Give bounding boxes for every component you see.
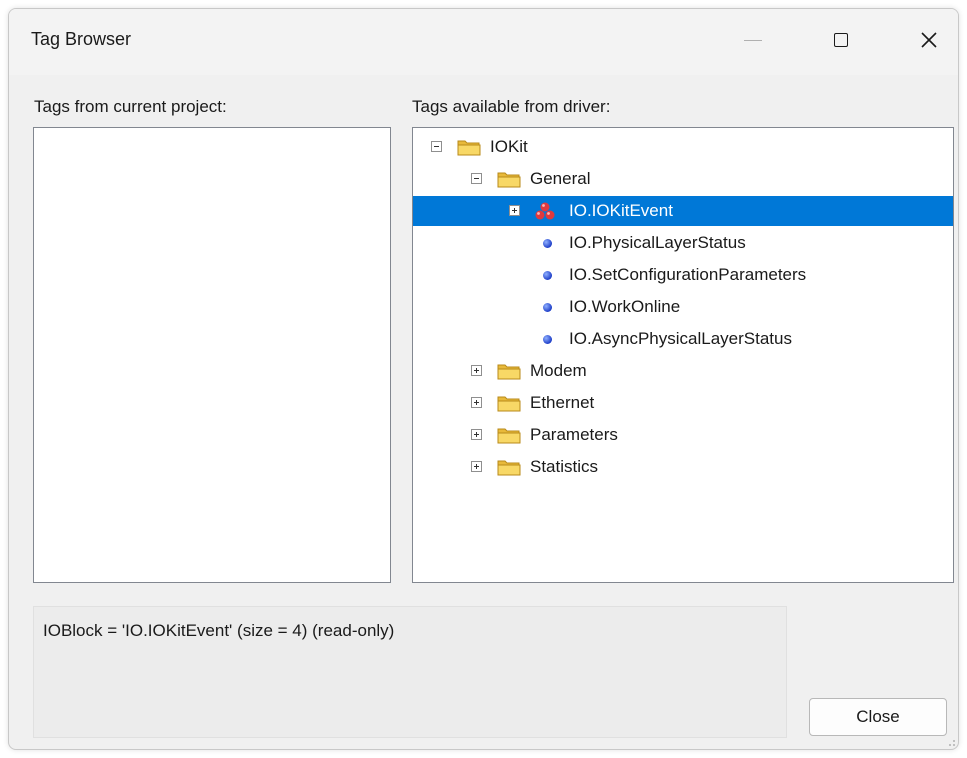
tree-node-parameters[interactable]: Parameters (413, 420, 953, 450)
minimize-button[interactable] (721, 9, 785, 71)
tree-node-label: IO.PhysicalLayerStatus (569, 233, 746, 252)
tree-node-label: IO.WorkOnline (569, 297, 681, 316)
tree-node-general[interactable]: General (413, 164, 953, 194)
tree-node-label: IO.SetConfigurationParameters (569, 265, 807, 284)
maximize-icon (834, 33, 848, 47)
project-tags-list[interactable] (33, 127, 391, 583)
folder-icon (497, 396, 521, 412)
tree-node-label: Ethernet (530, 393, 595, 412)
tree-node-label: IO.AsyncPhysicalLayerStatus (569, 329, 792, 348)
tree-node-ethernet[interactable]: Ethernet (413, 388, 953, 418)
expand-icon[interactable] (471, 429, 482, 440)
driver-tags-label: Tags available from driver: (412, 97, 611, 116)
collapse-icon[interactable] (431, 141, 442, 152)
ioblock-icon (535, 202, 555, 220)
folder-icon (497, 428, 521, 444)
minimize-icon (744, 39, 762, 41)
tag-icon (543, 303, 552, 312)
tree-node-io-asyncphysicallayerstatus[interactable]: IO.AsyncPhysicalLayerStatus (413, 324, 953, 354)
tree-node-io-workonline[interactable]: IO.WorkOnline (413, 292, 953, 322)
folder-icon (497, 364, 521, 380)
tree-node-statistics[interactable]: Statistics (413, 452, 953, 482)
folder-icon (497, 172, 521, 188)
tree-node-io-setconfigurationparameters[interactable]: IO.SetConfigurationParameters (413, 260, 953, 290)
expand-icon[interactable] (471, 365, 482, 376)
tree-node-label: IO.IOKitEvent (569, 201, 673, 220)
tag-icon (543, 271, 552, 280)
expand-icon[interactable] (471, 397, 482, 408)
close-button[interactable]: Close (809, 698, 947, 736)
resize-grip-icon[interactable] (946, 737, 956, 747)
tree-node-io-physicallayerstatus[interactable]: IO.PhysicalLayerStatus (413, 228, 953, 258)
driver-tags-tree[interactable]: IOKit General IO.IOKitEvent IO.PhysicalL… (412, 127, 954, 583)
tag-icon (543, 335, 552, 344)
tree-node-io-iokitevent[interactable]: IO.IOKitEvent (413, 196, 953, 226)
window-title: Tag Browser (31, 29, 132, 49)
tag-browser-window: Tag Browser Tags from current project: T… (8, 8, 959, 750)
tree-node-modem[interactable]: Modem (413, 356, 953, 386)
project-tags-label: Tags from current project: (34, 97, 227, 116)
tree-node-label: Statistics (530, 457, 599, 476)
maximize-button[interactable] (809, 9, 873, 71)
close-icon (921, 32, 937, 48)
tree-node-label: Parameters (530, 425, 618, 444)
expand-icon[interactable] (471, 461, 482, 472)
status-text: IOBlock = 'IO.IOKitEvent' (size = 4) (re… (43, 621, 395, 640)
folder-icon (457, 140, 481, 156)
tree-node-label: Modem (530, 361, 587, 380)
status-panel: IOBlock = 'IO.IOKitEvent' (size = 4) (re… (33, 606, 787, 738)
tree-node-label: IOKit (490, 137, 528, 156)
tree-node-iokit[interactable]: IOKit (413, 132, 953, 162)
title-bar: Tag Browser (9, 9, 958, 75)
tree-node-label: General (530, 169, 591, 188)
close-window-button[interactable] (897, 9, 958, 71)
tag-icon (543, 239, 552, 248)
expand-icon[interactable] (509, 205, 520, 216)
collapse-icon[interactable] (471, 173, 482, 184)
folder-icon (497, 460, 521, 476)
